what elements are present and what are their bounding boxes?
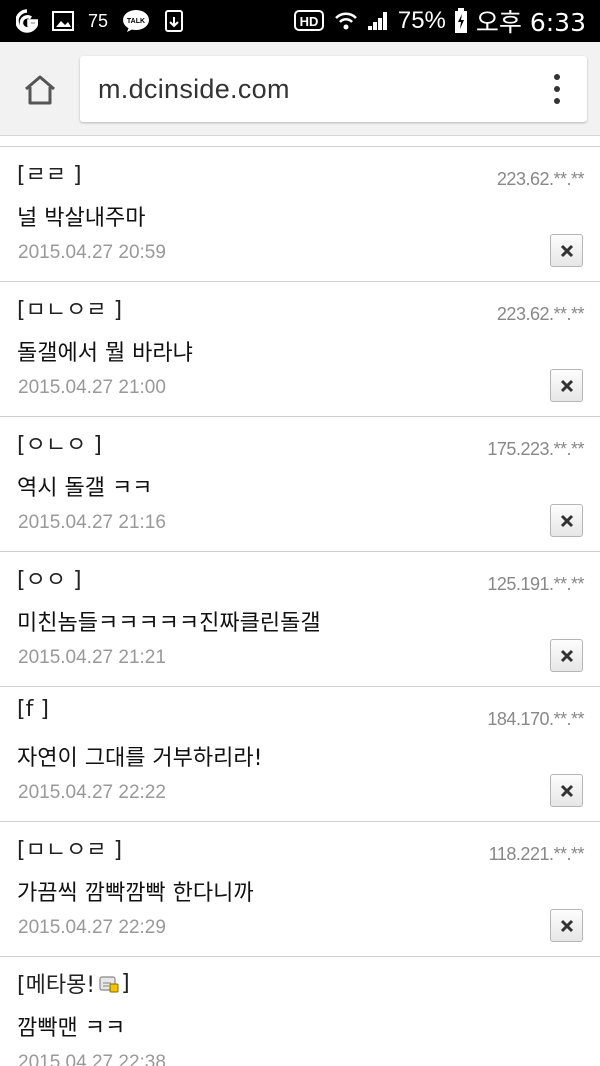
battery-percent: 75% [397,7,446,34]
comment-date: 2015.04.27 21:21 [18,647,166,668]
comment-ip: 223.62.**.** [496,169,585,189]
browser-toolbar: m.dcinside.com [0,42,600,136]
comment-item: [ㅇㅇ ] 125.191.**.** 미친놈들ㅋㅋㅋㅋㅋ진짜클린돌갤 2015… [0,552,600,687]
kakaotalk-icon: TALK [122,9,150,33]
wifi-icon [334,10,358,32]
comment-author: [ㅁㄴㅇㄹ ] [17,838,123,863]
comment-date: 2015.04.27 21:00 [18,377,166,398]
close-icon [560,649,573,662]
comment-date: 2015.04.27 22:29 [18,917,166,938]
notification-count: 75 [88,10,109,31]
delete-comment-button[interactable] [550,369,583,402]
comment-author: [메타몽! ] [17,967,130,999]
comment-text: 가끔씩 깜빡깜빡 한다니까 [17,881,254,906]
comment-ip: 175.223.**.** [487,439,584,459]
comment-item: [ㄹㄹ ] 223.62.**.** 널 박살내주마 2015.04.27 20… [0,147,600,282]
comment-author: [ㅇㅇ ] [17,568,82,593]
comment-author: [ㅇㄴㅇ ] [17,433,102,458]
comment-text: 자연이 그대를 거부하리라! [17,746,263,771]
app-g-icon [16,9,38,33]
comment-date: 2015.04.27 20:59 [18,242,166,263]
comment-item: [ㅁㄴㅇㄹ ] 118.221.**.** 가끔씩 깜빡깜빡 한다니까 2015… [0,822,600,957]
close-icon [560,379,573,392]
comment-text: 깜빡맨 ㅋㅋ [17,1016,126,1041]
close-icon [560,784,573,797]
comment-text: 미친놈들ㅋㅋㅋㅋㅋ진짜클린돌갤 [17,611,321,636]
more-vert-icon-dot [554,98,560,104]
comment-list: [ㄹㄹ ] 223.62.**.** 널 박살내주마 2015.04.27 20… [0,146,600,1066]
svg-text:HD: HD [299,14,318,29]
delete-comment-button[interactable] [550,234,583,267]
more-vert-icon [554,74,560,80]
delete-comment-button[interactable] [550,774,583,807]
download-icon [164,9,186,33]
close-icon [560,514,573,527]
overflow-menu-button[interactable] [537,62,577,116]
comment-item: [ㅁㄴㅇㄹ ] 223.62.**.** 돌갤에서 뭘 바라냐 2015.04.… [0,282,600,417]
signal-icon [366,10,390,32]
close-icon [560,244,573,257]
comment-author-name: [메타몽! [17,973,96,998]
gallery-member-icon [99,974,119,993]
comment-author: [f ] [17,697,49,722]
comment-ip: 223.62.**.** [496,304,585,324]
svg-text:TALK: TALK [127,18,145,25]
comment-author: [ㅁㄴㅇㄹ ] [17,298,123,323]
comment-author: [ㄹㄹ ] [17,163,82,188]
battery-charging-icon [454,8,468,34]
comment-date: 2015.04.27 22:22 [18,782,166,803]
comment-ip: 184.170.**.** [487,709,584,729]
home-icon [25,75,55,105]
comment-author-close: ] [121,970,130,996]
comment-text: 널 박살내주마 [17,206,146,231]
comment-text: 돌갤에서 뭘 바라냐 [17,341,193,366]
comment-ip: 118.221.**.** [488,844,585,864]
delete-comment-button[interactable] [550,909,583,942]
comment-date: 2015.04.27 22:38 [18,1052,166,1066]
clock: 오후 6:33 [475,8,586,37]
url-text: m.dcinside.com [98,73,290,104]
status-bar: 75 TALK HD 75% 오후 6:33 [0,0,600,42]
comment-date: 2015.04.27 21:16 [18,512,166,533]
more-vert-icon-dot [554,86,560,92]
delete-comment-button[interactable] [550,504,583,537]
comment-item: [메타몽! ] 깜빡맨 ㅋㅋ 2015.04.27 22:38 [0,957,600,1066]
comment-ip: 125.191.**.** [487,574,584,594]
gallery-icon [52,11,74,31]
url-bar[interactable]: m.dcinside.com [80,56,587,122]
close-icon [560,919,573,932]
comment-item: [ㅇㄴㅇ ] 175.223.**.** 역시 돌갤 ㅋㅋ 2015.04.27… [0,417,600,552]
comment-item: [f ] 184.170.**.** 자연이 그대를 거부하리라! 2015.0… [0,687,600,822]
home-button[interactable] [18,68,62,112]
hd-voice-icon: HD [293,9,326,33]
comment-text: 역시 돌갤 ㅋㅋ [17,476,153,501]
delete-comment-button[interactable] [550,639,583,672]
